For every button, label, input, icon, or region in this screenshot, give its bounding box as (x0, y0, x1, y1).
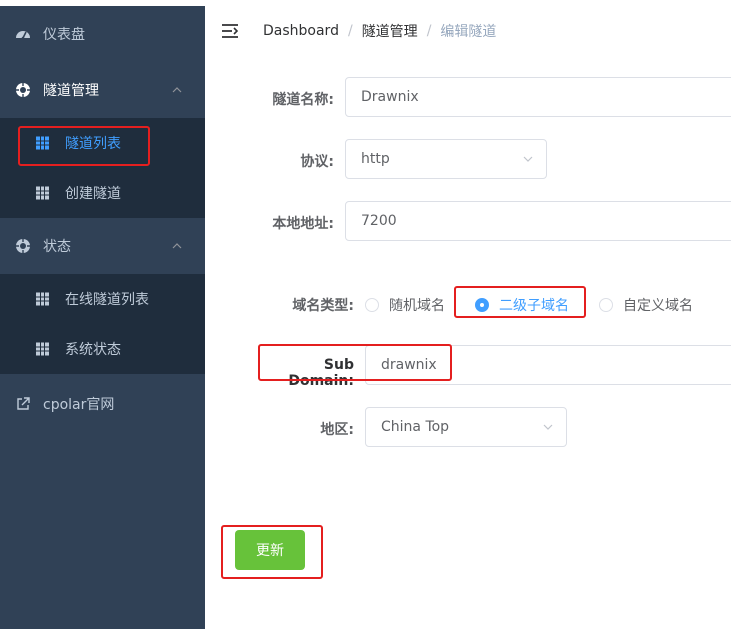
local-address-value: 7200 (361, 213, 397, 229)
breadcrumb-section[interactable]: 隧道管理 (362, 21, 418, 41)
hamburger-icon[interactable] (222, 24, 239, 38)
submenu-tunnels: 隧道列表 创建隧道 (0, 118, 205, 218)
update-button[interactable]: 更新 (235, 530, 305, 570)
radio-label: 随机域名 (389, 298, 445, 314)
chevron-up-icon (171, 240, 183, 252)
sidebar-item-label: 隧道管理 (43, 83, 99, 99)
sidebar-item-status[interactable]: 状态 (0, 218, 205, 274)
grid-icon (36, 342, 49, 356)
sidebar-item-label: 创建隧道 (65, 186, 121, 202)
subdomain-label: Sub Domain: (288, 357, 354, 389)
local-address-input[interactable]: 7200 (345, 201, 731, 241)
subdomain-value: drawnix (381, 357, 437, 373)
grid-icon (36, 292, 49, 306)
radio-random-domain[interactable]: 随机域名 (365, 295, 445, 315)
external-link-icon (15, 396, 31, 412)
top-navbar: Dashboard / 隧道管理 / 编辑隧道 (205, 6, 731, 56)
tunnel-name-label: 隧道名称: (272, 92, 334, 108)
sidebar-item-label: 在线隧道列表 (65, 292, 149, 308)
tunnel-name-value: Drawnix (361, 89, 419, 105)
sidebar-item-label: 隧道列表 (65, 136, 121, 152)
grid-icon (36, 136, 49, 150)
sidebar-item-cpolar-site[interactable]: cpolar官网 (0, 376, 205, 432)
region-select[interactable]: China Top (365, 407, 567, 447)
chevron-up-icon (171, 84, 183, 96)
chevron-down-icon (542, 421, 554, 433)
breadcrumb: Dashboard / 隧道管理 / 编辑隧道 (263, 6, 496, 56)
dashboard-icon (15, 26, 31, 42)
submenu-status: 在线隧道列表 系统状态 (0, 274, 205, 374)
protocol-value: http (361, 151, 390, 167)
breadcrumb-home[interactable]: Dashboard (263, 23, 339, 39)
radio-circle (365, 298, 379, 312)
sidebar-item-online-tunnels[interactable]: 在线隧道列表 (0, 274, 205, 324)
protocol-label: 协议: (300, 154, 334, 170)
breadcrumb-separator: / (426, 23, 432, 39)
chevron-down-icon (522, 153, 534, 165)
sidebar: 仪表盘 隧道管理 隧道列表 创建隧道 状态 在线隧道列表 系统状态 cpolar… (0, 6, 205, 629)
breadcrumb-separator: / (347, 23, 353, 39)
tunnel-name-input[interactable]: Drawnix (345, 77, 731, 117)
radio-label: 二级子域名 (499, 298, 569, 314)
sidebar-item-label: 系统状态 (65, 342, 121, 358)
lifebuoy-icon (15, 82, 31, 98)
sidebar-item-tunnel-management[interactable]: 隧道管理 (0, 62, 205, 118)
region-label: 地区: (320, 422, 354, 438)
radio-circle (475, 298, 489, 312)
radio-circle (599, 298, 613, 312)
sidebar-item-system-status[interactable]: 系统状态 (0, 324, 205, 374)
sidebar-item-create-tunnel[interactable]: 创建隧道 (0, 168, 205, 218)
sidebar-item-label: 状态 (43, 239, 71, 255)
local-address-label: 本地地址: (272, 216, 334, 232)
lifebuoy-icon (15, 238, 31, 254)
domain-type-label: 域名类型: (292, 298, 354, 314)
sidebar-item-label: cpolar官网 (43, 397, 115, 413)
radio-subdomain[interactable]: 二级子域名 (475, 295, 569, 315)
protocol-select[interactable]: http (345, 139, 547, 179)
breadcrumb-current: 编辑隧道 (440, 24, 497, 40)
region-value: China Top (381, 419, 450, 435)
grid-icon (36, 186, 49, 200)
sidebar-item-tunnel-list[interactable]: 隧道列表 (0, 118, 205, 168)
radio-custom-domain[interactable]: 自定义域名 (599, 295, 693, 315)
sidebar-item-dashboard[interactable]: 仪表盘 (0, 6, 205, 62)
subdomain-input[interactable]: drawnix (365, 345, 731, 385)
radio-label: 自定义域名 (623, 298, 693, 314)
sidebar-item-label: 仪表盘 (43, 27, 85, 43)
